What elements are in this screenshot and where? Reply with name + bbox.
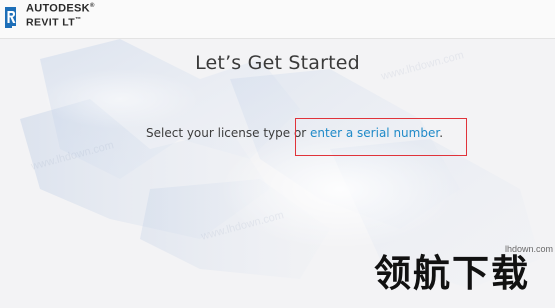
- brand-product: REVIT LT™: [26, 16, 82, 29]
- brand-wordmark: AUTODESK® REVIT LT™: [26, 3, 95, 28]
- app-header: AUTODESK® REVIT LT™: [0, 0, 555, 39]
- brand-company: AUTODESK®: [26, 2, 95, 15]
- watermark-logo: 领航下载: [374, 252, 530, 295]
- license-prompt-text: Select your license type or: [146, 126, 311, 140]
- revit-r-icon: [5, 7, 16, 28]
- annotation-highlight-box: [295, 118, 467, 156]
- page-title: Let’s Get Started: [195, 52, 360, 74]
